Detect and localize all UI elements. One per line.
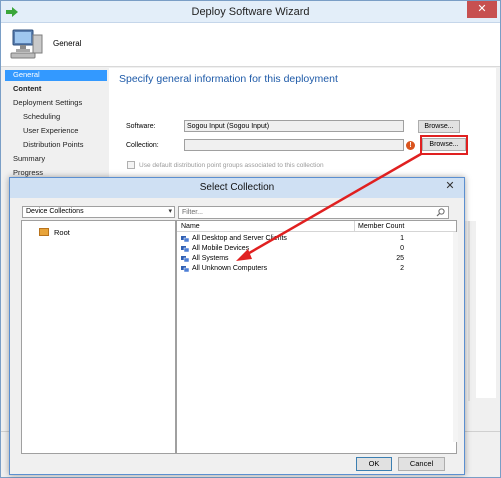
search-icon[interactable]	[436, 208, 445, 217]
list-scrollbar[interactable]	[453, 232, 458, 442]
collection-list: Name Member Count All Desktop and Server…	[176, 220, 457, 454]
nav-item-user-experience[interactable]: User Experience	[23, 126, 78, 137]
nav-item-deployment-settings[interactable]: Deployment Settings	[13, 98, 82, 109]
nav-item-general[interactable]: General	[5, 70, 107, 81]
cancel-button[interactable]: Cancel	[398, 457, 445, 471]
nav-item-content[interactable]: Content	[13, 84, 41, 95]
list-header: Name Member Count	[177, 221, 456, 232]
table-row[interactable]: All Desktop and Server Clients 1	[177, 234, 412, 244]
filter-input[interactable]: Filter...	[178, 206, 449, 219]
tree-item-root-label: Root	[54, 228, 70, 237]
ok-button[interactable]: OK	[356, 457, 392, 471]
wizard-title: Deploy Software Wizard	[191, 6, 310, 18]
column-divider[interactable]	[354, 221, 355, 232]
dialog-title: Select Collection	[199, 182, 275, 193]
collection-tree: Root	[21, 220, 176, 454]
default-dp-checkbox-label: Use default distribution point groups as…	[139, 162, 324, 169]
default-dp-checkbox[interactable]	[127, 161, 135, 169]
row-name: All Unknown Computers	[192, 265, 268, 272]
tree-item-root[interactable]: Root	[39, 228, 70, 237]
annotation-highlight-box	[420, 135, 468, 155]
row-count: 25	[396, 255, 404, 262]
row-name: All Systems	[192, 255, 229, 262]
select-collection-dialog: Select Collection ✕ Device Collections ▾…	[9, 177, 465, 475]
row-name: All Desktop and Server Clients	[192, 235, 287, 242]
table-row[interactable]: All Unknown Computers 2	[177, 264, 412, 274]
software-label: Software:	[126, 123, 156, 130]
error-icon: !	[406, 141, 415, 150]
table-row[interactable]: All Systems 25	[177, 254, 412, 264]
wizard-navigation: General Content Deployment Settings Sche…	[5, 68, 107, 188]
collection-type-value: Device Collections	[26, 208, 84, 215]
collection-label: Collection:	[126, 142, 159, 149]
nav-item-distribution-points[interactable]: Distribution Points	[23, 140, 83, 151]
collection-field[interactable]	[184, 139, 404, 151]
software-browse-button[interactable]: Browse...	[418, 120, 460, 133]
row-count: 2	[400, 265, 404, 272]
collection-icon	[181, 236, 190, 243]
collection-type-dropdown[interactable]: Device Collections ▾	[22, 206, 175, 218]
software-field[interactable]: Sogou Input (Sogou Input)	[184, 120, 404, 132]
row-name: All Mobile Devices	[192, 245, 250, 252]
row-count: 1	[400, 235, 404, 242]
wizard-titlebar: Deploy Software Wizard ✕	[1, 1, 500, 23]
column-header-name[interactable]: Name	[181, 223, 200, 230]
wizard-close-button[interactable]: ✕	[467, 1, 497, 18]
dialog-close-button[interactable]: ✕	[438, 179, 462, 195]
folder-icon	[39, 228, 49, 236]
dialog-titlebar: Select Collection ✕	[10, 178, 464, 198]
wizard-page-name: General	[53, 39, 82, 48]
nav-item-scheduling[interactable]: Scheduling	[23, 112, 60, 123]
row-count: 0	[400, 245, 404, 252]
table-row[interactable]: All Mobile Devices 0	[177, 244, 412, 254]
collection-icon	[181, 256, 190, 263]
chevron-down-icon: ▾	[168, 208, 172, 215]
collection-icon	[181, 266, 190, 273]
computer-icon	[10, 29, 43, 59]
page-heading: Specify general information for this dep…	[119, 73, 338, 85]
nav-item-summary[interactable]: Summary	[13, 154, 45, 165]
collection-icon	[181, 246, 190, 253]
filter-placeholder: Filter...	[182, 209, 204, 216]
column-header-member-count[interactable]: Member Count	[358, 223, 404, 230]
wizard-header: General	[1, 23, 500, 67]
